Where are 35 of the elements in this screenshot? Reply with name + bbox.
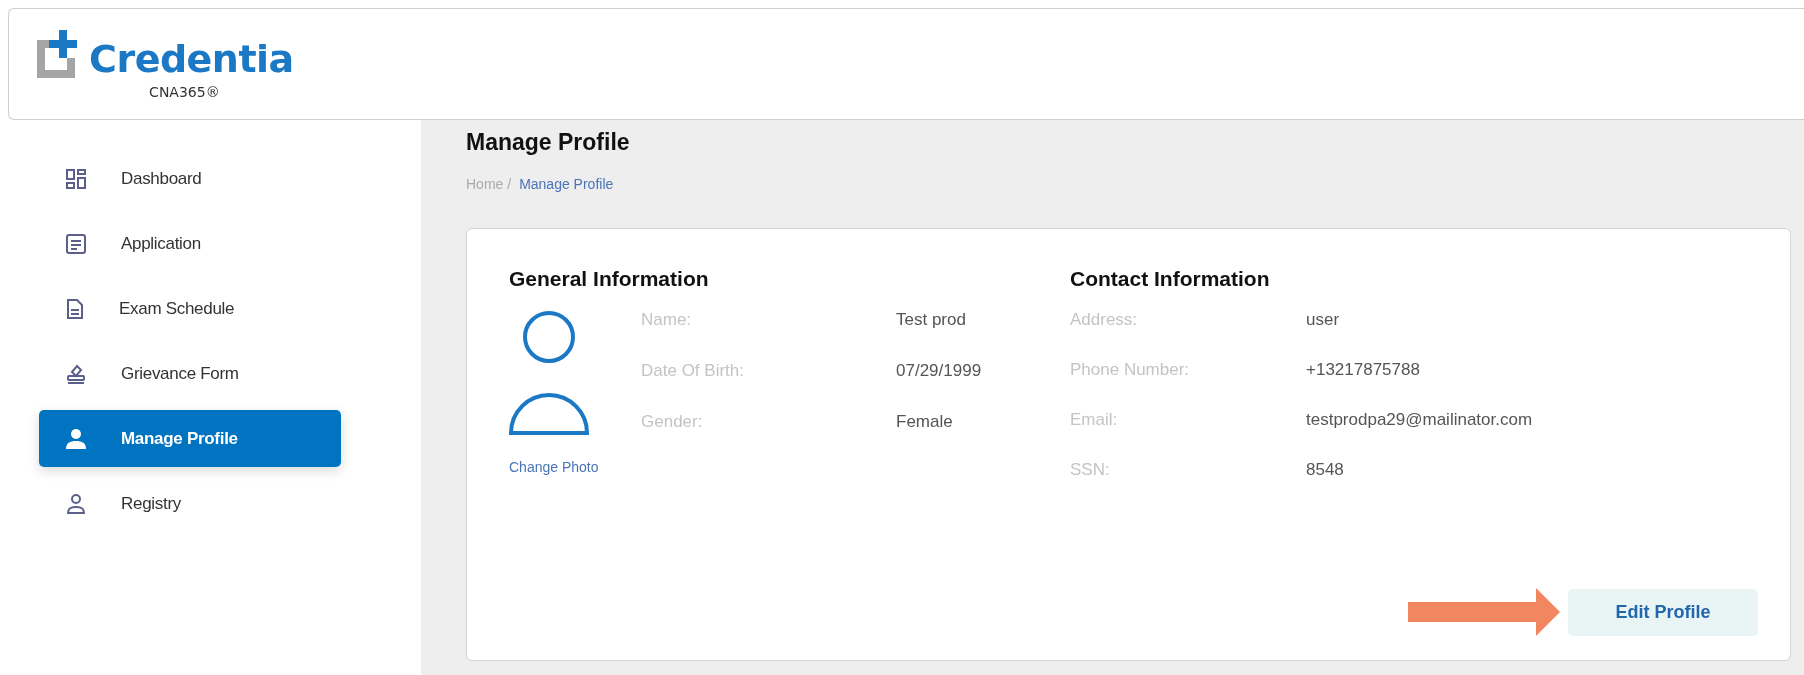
field-label: Date Of Birth: bbox=[641, 360, 745, 382]
field-value: 07/29/1999 bbox=[896, 360, 982, 382]
sidebar-item[interactable]: Grievance Form bbox=[39, 345, 341, 402]
field-label: SSN: bbox=[1070, 459, 1111, 481]
field-value: testprodpa29@mailinator.com bbox=[1306, 409, 1534, 431]
edit-profile-button[interactable]: Edit Profile bbox=[1568, 588, 1758, 636]
logo-product: CNA365® bbox=[149, 84, 220, 100]
sidebar-item[interactable]: Manage Profile bbox=[39, 410, 341, 467]
section-title: General Information bbox=[509, 267, 710, 291]
field-value: 8548 bbox=[1306, 459, 1345, 481]
change-photo-link[interactable]: Change Photo bbox=[509, 459, 641, 475]
field-label: Address: bbox=[1070, 309, 1139, 331]
page-title: Manage Profile bbox=[466, 128, 631, 157]
document-icon bbox=[65, 232, 87, 255]
sidebar-item[interactable]: Exam Schedule bbox=[39, 280, 341, 337]
field-value: user bbox=[1306, 309, 1341, 331]
person-icon bbox=[65, 492, 87, 515]
logo-name: Credentia bbox=[89, 40, 294, 78]
sidebar-item[interactable]: Registry bbox=[39, 475, 341, 532]
field-value: Test prod bbox=[896, 309, 967, 331]
breadcrumb-link[interactable]: Manage Profile bbox=[519, 176, 614, 192]
field-label: Name: bbox=[641, 309, 693, 331]
field-label: Email: bbox=[1070, 409, 1119, 431]
sidebar-item[interactable]: Dashboard bbox=[39, 150, 341, 207]
section-title: Contact Information bbox=[1070, 267, 1271, 291]
field-value: +13217875788 bbox=[1306, 359, 1421, 381]
person-icon bbox=[65, 427, 87, 450]
field-label: Phone Number: bbox=[1070, 359, 1191, 381]
field-label: Gender: bbox=[641, 411, 704, 433]
avatar-icon bbox=[509, 311, 589, 435]
stamp-icon bbox=[65, 362, 87, 385]
sidebar-item[interactable]: Application bbox=[39, 215, 341, 272]
grid-icon bbox=[65, 167, 87, 190]
field-value: Female bbox=[896, 411, 954, 433]
file-icon bbox=[65, 297, 85, 320]
